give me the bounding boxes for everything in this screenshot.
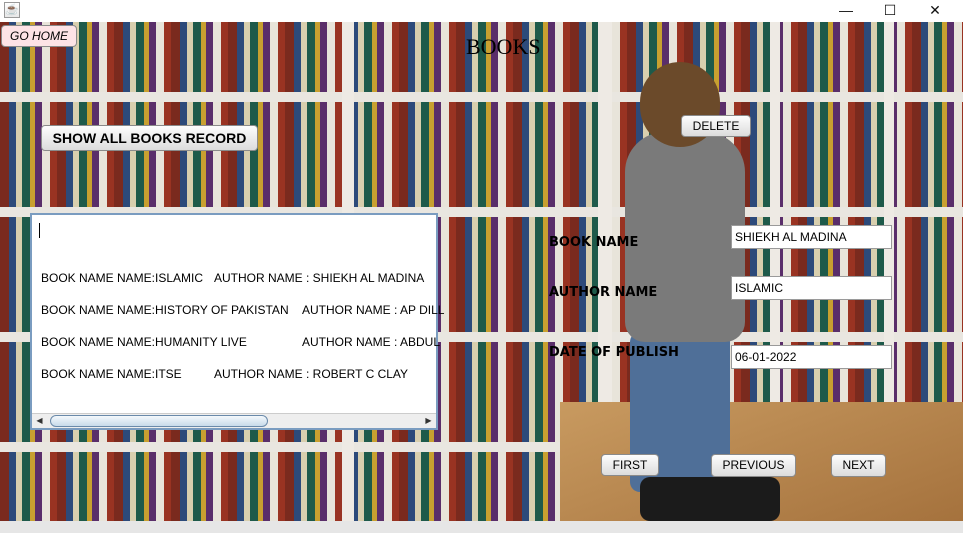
show-all-books-button[interactable]: SHOW ALL BOOKS RECORD — [41, 125, 258, 151]
minimize-button[interactable]: — — [824, 0, 868, 22]
record-book: BOOK NAME NAME:ISLAMIC — [41, 271, 204, 285]
record-author: AUTHOR NAME : ROBERT C CLAY — [214, 367, 409, 381]
window-bottom-edge — [0, 521, 963, 533]
horizontal-scrollbar[interactable]: ◀ ▶ — [32, 413, 436, 428]
date-of-publish-field[interactable]: 06-01-2022 — [731, 345, 892, 369]
person-figure — [640, 477, 780, 521]
record-author: AUTHOR NAME : ABDUL — [302, 335, 441, 349]
author-name-label: AUTHOR NAME — [549, 285, 658, 300]
library-background: GO HOME BOOKS SHOW ALL BOOKS RECORD DELE… — [0, 22, 963, 521]
record-author: AUTHOR NAME : AP DILL — [302, 303, 445, 317]
java-icon: ☕ — [4, 2, 20, 18]
delete-button[interactable]: DELETE — [681, 115, 751, 137]
page-title: BOOKS — [466, 34, 541, 59]
record-book: BOOK NAME NAME:HISTORY OF PAKISTAN — [41, 303, 289, 317]
records-textarea[interactable]: BOOK NAME NAME:ISLAMIC AUTHOR NAME : SHIE… — [30, 213, 444, 430]
text-caret — [39, 223, 40, 238]
maximize-button[interactable]: ☐ — [868, 0, 912, 22]
scroll-left-icon[interactable]: ◀ — [32, 414, 47, 428]
close-button[interactable]: ✕ — [913, 0, 957, 22]
go-home-button[interactable]: GO HOME — [1, 25, 77, 47]
previous-button[interactable]: PREVIOUS — [711, 454, 796, 477]
first-button[interactable]: FIRST — [601, 454, 659, 476]
record-author: AUTHOR NAME : SHIEKH AL MADINA — [214, 271, 425, 285]
book-name-field[interactable]: SHIEKH AL MADINA — [731, 225, 892, 249]
scrollbar-thumb[interactable] — [50, 415, 268, 427]
book-name-label: BOOK NAME — [549, 235, 639, 250]
title-bar: ☕ — ☐ ✕ — [0, 0, 963, 22]
record-book: BOOK NAME NAME:ITSE — [41, 367, 182, 381]
scroll-right-icon[interactable]: ▶ — [421, 414, 436, 428]
author-name-field[interactable]: ISLAMIC — [731, 276, 892, 300]
record-book: BOOK NAME NAME:HUMANITY LIVE — [41, 335, 247, 349]
date-of-publish-label: DATE OF PUBLISH — [549, 345, 679, 360]
next-button[interactable]: NEXT — [831, 454, 886, 477]
person-figure — [625, 132, 745, 342]
